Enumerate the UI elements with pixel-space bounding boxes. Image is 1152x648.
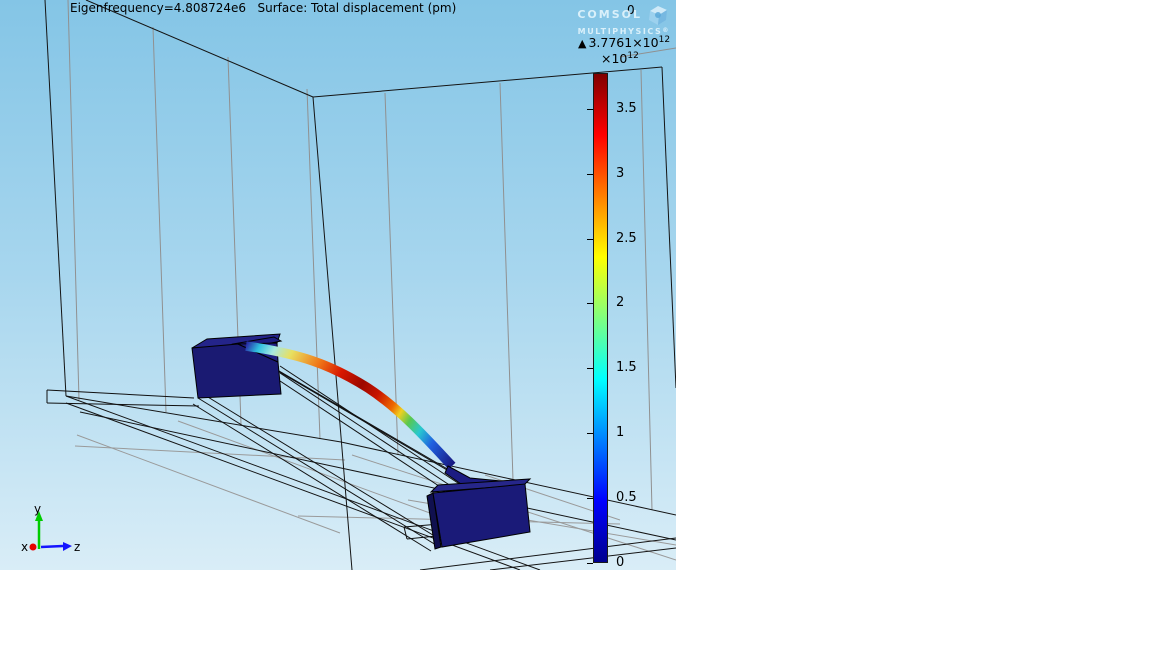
colorbar-tick-mark <box>587 174 593 175</box>
plot-title: Eigenfrequency=4.808724e6 Surface: Total… <box>70 1 456 15</box>
colorbar-tick-label: 3 <box>616 166 624 181</box>
y-axis-label: y <box>34 502 41 516</box>
colorbar-tick-mark <box>587 498 593 499</box>
floor-grid-lines <box>75 421 676 560</box>
bounding-box-wireframe <box>45 0 676 570</box>
colorbar-max-label: ▲3.7761×1012 <box>578 35 670 50</box>
logo-registered-mark: ® <box>662 27 670 34</box>
anchor-block-left <box>192 334 281 398</box>
colorbar-tick-mark <box>587 563 593 564</box>
colorbar-tick-mark <box>587 109 593 110</box>
colorbar-tick-label: 1.5 <box>616 360 637 375</box>
colorbar-tick-mark <box>587 239 593 240</box>
colorbar-tick-label: 1 <box>616 425 624 440</box>
colorbar-tick-label: 2 <box>616 295 624 310</box>
comsol-cube-icon <box>646 3 670 27</box>
scene-3d[interactable]: y z x <box>0 0 676 570</box>
z-axis-label: z <box>74 540 80 554</box>
colorbar <box>593 73 608 563</box>
colorbar-tick-label: 0.5 <box>616 490 637 505</box>
anchor-block-right <box>427 466 530 549</box>
comsol-logo-text: COMSOL <box>577 9 642 21</box>
max-triangle-icon: ▲ <box>578 37 586 50</box>
colorbar-tick-mark <box>587 368 593 369</box>
comsol-logo: COMSOL MULTIPHYSICS® <box>577 3 670 36</box>
x-axis-dot <box>30 544 37 551</box>
colorbar-tick-mark <box>587 433 593 434</box>
axis-triad: y z x <box>21 502 80 554</box>
colorbar-tick-mark <box>587 303 593 304</box>
colorbar-tick-label: 2.5 <box>616 231 637 246</box>
z-axis-arrow <box>63 542 72 551</box>
page-canvas: y z x Eigenfrequency=4.808724e6 Surface:… <box>0 0 1152 648</box>
colorbar-scale-label: ×1012 <box>601 51 639 66</box>
colorbar-tick-label: 0 <box>616 555 624 570</box>
x-axis-label: x <box>21 540 28 554</box>
graphics-viewport[interactable]: y z x Eigenfrequency=4.808724e6 Surface:… <box>0 0 676 570</box>
colorbar-tick-label: 3.5 <box>616 101 637 116</box>
